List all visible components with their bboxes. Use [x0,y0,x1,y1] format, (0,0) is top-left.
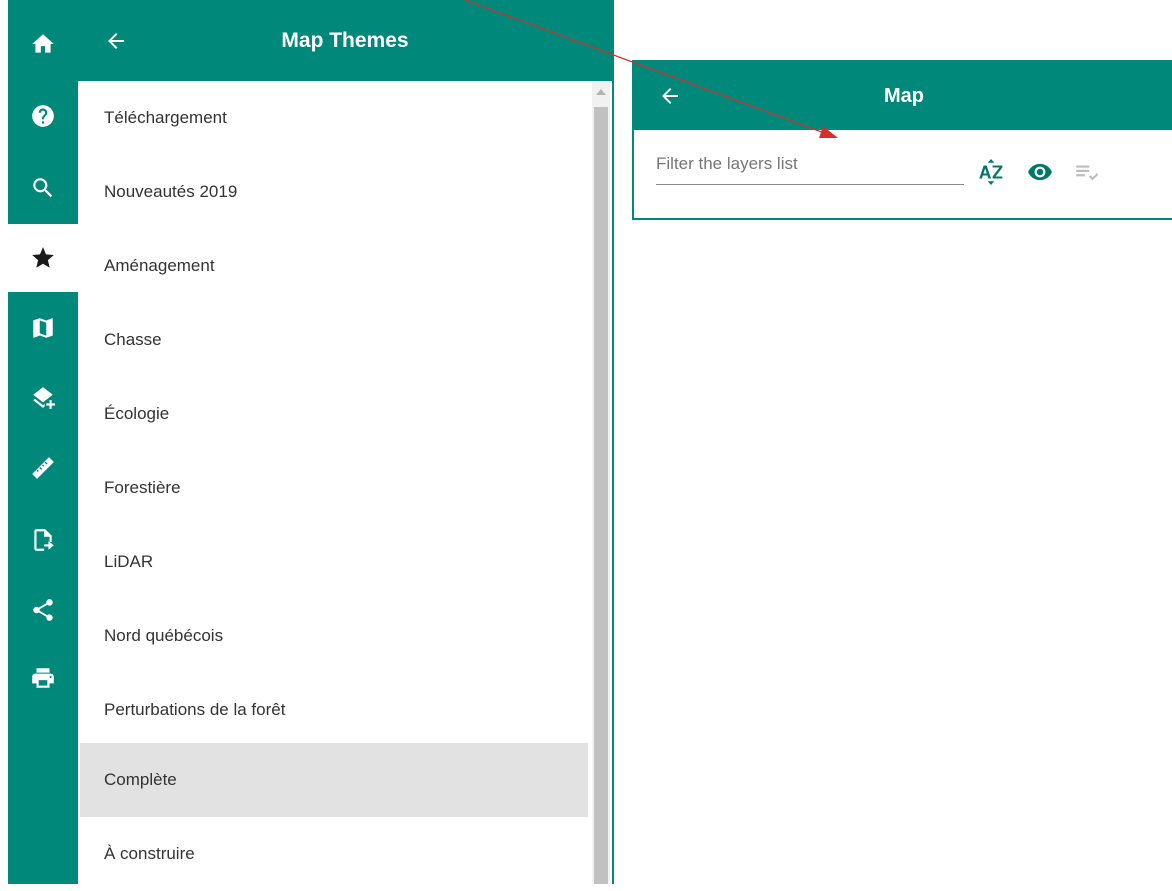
search-icon [33,178,53,198]
theme-item[interactable]: Téléchargement [80,81,588,155]
map-header: Map [634,62,1172,130]
home-button[interactable] [8,10,78,78]
theme-item-selected[interactable]: Complète [80,743,588,817]
scroll-up-arrow-icon[interactable] [596,89,606,95]
help-icon [32,105,54,127]
map-themes-panel: Map Themes Téléchargement Nouveautés 201… [78,0,614,884]
add-layer-button[interactable] [8,364,78,432]
arrow-left-icon [108,32,124,49]
theme-item[interactable]: Nouveautés 2019 [80,155,588,229]
map-button[interactable] [8,294,78,362]
themes-list: Téléchargement Nouveautés 2019 Aménageme… [80,81,590,884]
theme-item[interactable]: Perturbations de la forêt [80,673,588,747]
favorites-button[interactable] [8,224,78,292]
visibility-toggle-button[interactable] [1024,156,1056,188]
themes-scrollbar[interactable] [592,81,610,884]
theme-item[interactable]: À construire [80,817,588,891]
themes-back-button[interactable] [88,0,144,81]
home-icon [32,34,54,53]
map-icon [33,318,53,338]
checklist-icon [1076,165,1099,181]
map-layers-panel: Map [632,60,1172,220]
ruler-icon [32,457,54,479]
theme-item[interactable]: Aménagement [80,229,588,303]
map-themes-title: Map Themes [281,28,409,52]
theme-item[interactable]: LiDAR [80,525,588,599]
map-themes-header: Map Themes [78,0,612,81]
star-icon [32,247,54,268]
export-button[interactable] [8,506,78,574]
print-icon [32,668,54,688]
arrow-left-icon [662,88,678,104]
theme-item[interactable]: Chasse [80,303,588,377]
share-icon [33,599,53,621]
scroll-thumb[interactable] [594,107,608,884]
side-toolbar [8,0,78,884]
measure-button[interactable] [8,434,78,502]
map-back-button[interactable] [642,62,698,130]
help-button[interactable] [8,82,78,150]
map-title: Map [884,84,924,107]
share-button[interactable] [8,576,78,644]
theme-item[interactable]: Écologie [80,377,588,451]
export-file-icon [34,529,54,551]
print-button[interactable] [8,644,78,712]
theme-item[interactable]: Nord québécois [80,599,588,673]
filter-layers-input[interactable] [656,144,964,185]
search-button[interactable] [8,154,78,222]
sort-alpha-button[interactable] [975,156,1007,188]
eye-icon [1028,163,1052,181]
add-layer-icon [33,387,55,409]
select-layers-button[interactable] [1070,156,1102,188]
theme-item[interactable]: Forestière [80,451,588,525]
sort-alpha-icon [979,159,1003,185]
